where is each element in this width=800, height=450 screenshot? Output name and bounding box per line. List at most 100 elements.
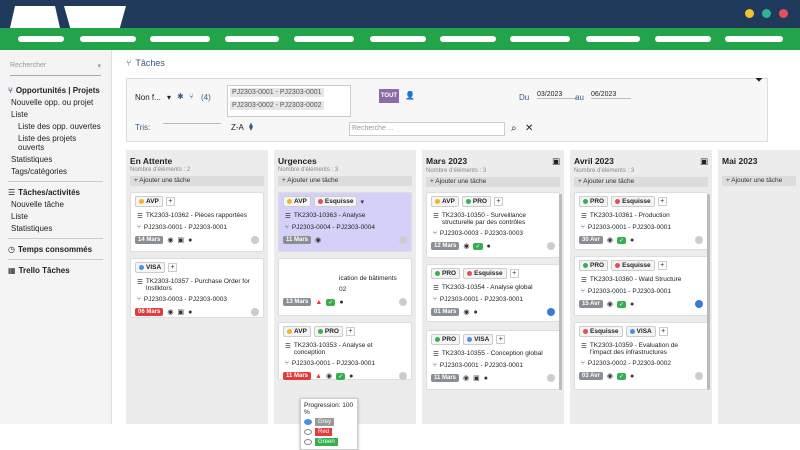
- due-date-badge[interactable]: 11 Mars: [283, 236, 312, 244]
- avatar[interactable]: [695, 300, 703, 308]
- tag-badge[interactable]: Esquisse: [463, 268, 507, 279]
- task-card[interactable]: ication de bâtiments 02 13 Mars ▲ ✓ ●: [278, 258, 412, 316]
- sidebar-item[interactable]: Statistiques: [8, 224, 103, 233]
- tag-badge[interactable]: VISA: [463, 334, 494, 345]
- sort-select[interactable]: [163, 123, 221, 124]
- add-task-button[interactable]: + Ajouter une tâche: [722, 176, 796, 186]
- due-date-badge[interactable]: 03 Avr: [579, 372, 603, 380]
- add-tag-button[interactable]: +: [496, 335, 506, 344]
- due-date-badge[interactable]: 11 Mars: [283, 372, 312, 380]
- sidebar-head-temps[interactable]: ◷ Temps consommés: [8, 245, 103, 254]
- avatar[interactable]: [547, 308, 555, 316]
- column-scrollbar[interactable]: [707, 194, 710, 390]
- add-tag-button[interactable]: +: [168, 263, 178, 272]
- sidebar-item[interactable]: Liste: [8, 212, 103, 221]
- sidebar-item[interactable]: Nouvelle opp. ou projet: [8, 98, 103, 107]
- task-card[interactable]: PRO VISA + ☰ TK2303-10355 - Conception glob…: [426, 330, 560, 390]
- add-tag-button[interactable]: +: [658, 327, 668, 336]
- task-card-selected[interactable]: AVP Esquisse ▾ ☰ TK2303-10363 - Analyse ⑂ PJ…: [278, 192, 412, 252]
- status-filter[interactable]: Non f...: [135, 93, 161, 102]
- comment-icon[interactable]: ●: [473, 309, 477, 316]
- sidebar-item[interactable]: Statistiques: [8, 155, 103, 164]
- eye-icon[interactable]: ◉: [463, 308, 469, 316]
- task-card[interactable]: AVP + ☰ TK2303-10362 - Pièces rapportées ⑂…: [130, 192, 264, 252]
- add-task-button[interactable]: + Ajouter une tâche: [278, 176, 412, 186]
- radio-button[interactable]: [304, 439, 312, 445]
- comment-icon[interactable]: ●: [630, 301, 634, 308]
- nav-item-11[interactable]: [725, 36, 783, 42]
- tag-badge[interactable]: PRO: [431, 268, 461, 279]
- eye-icon[interactable]: ◉: [167, 308, 173, 316]
- tag-badge[interactable]: Esquisse: [579, 326, 623, 337]
- search-icon[interactable]: ⌕: [511, 123, 517, 134]
- column-scrollbar[interactable]: [559, 194, 562, 390]
- eye-icon[interactable]: ◉: [167, 236, 173, 244]
- comment-icon[interactable]: ●: [188, 237, 192, 244]
- avatar[interactable]: [547, 242, 555, 250]
- sidebar-item[interactable]: Liste des projets ouverts: [8, 134, 103, 152]
- avatar[interactable]: [695, 372, 703, 380]
- radio-button[interactable]: [304, 419, 312, 425]
- sidebar-head-projets[interactable]: ⑂ Opportunités | Projets: [8, 86, 103, 95]
- add-task-button[interactable]: + Ajouter une tâche: [574, 177, 708, 187]
- task-card[interactable]: PRO Esquisse + ☰ TK2303-10354 - Analyse glo…: [426, 264, 560, 322]
- task-card[interactable]: PRO Esquisse + ☰ TK2303-10360 - Wald Struct…: [574, 256, 708, 316]
- avatar[interactable]: [251, 308, 259, 316]
- tag-badge[interactable]: AVP: [431, 196, 459, 207]
- close-icon[interactable]: ✕: [525, 123, 533, 134]
- due-date-badge[interactable]: 11 Mars: [431, 374, 460, 382]
- checklist-icon[interactable]: ✓: [473, 242, 483, 250]
- browser-tab-2[interactable]: [64, 6, 126, 28]
- add-tag-button[interactable]: +: [493, 197, 503, 206]
- sidebar-item[interactable]: Nouvelle tâche: [8, 200, 103, 209]
- task-card[interactable]: Esquisse VISA + ☰ TK2303-10359 - Evaluation…: [574, 322, 708, 390]
- comment-icon[interactable]: ●: [484, 375, 488, 382]
- nav-item-9[interactable]: [586, 36, 640, 42]
- eye-icon[interactable]: ◉: [607, 300, 613, 308]
- checklist-icon[interactable]: ✓: [336, 372, 346, 380]
- tag-badge[interactable]: PRO: [461, 196, 491, 207]
- calendar-icon[interactable]: ▣: [177, 236, 184, 244]
- project-chip[interactable]: PJ2303-0002 - PJ2303-0002: [230, 101, 324, 110]
- tout-button[interactable]: TOUT: [379, 89, 399, 103]
- tag-icon[interactable]: ⧫: [249, 122, 253, 131]
- comment-icon[interactable]: ●: [339, 299, 343, 306]
- add-tag-button[interactable]: +: [657, 261, 667, 270]
- avatar[interactable]: [399, 372, 407, 380]
- gear-icon[interactable]: ✱: [177, 92, 184, 101]
- maximize-dot[interactable]: [762, 9, 771, 18]
- avatar[interactable]: [547, 374, 555, 382]
- option-red[interactable]: Red: [304, 428, 354, 436]
- sidebar-head-trello[interactable]: ▦ Trello Tâches: [8, 266, 103, 275]
- calendar-icon[interactable]: ▣: [700, 156, 708, 167]
- tag-badge[interactable]: Esquisse: [313, 196, 358, 207]
- due-date-badge[interactable]: 13 Mars: [283, 298, 312, 306]
- comment-icon[interactable]: ●: [487, 243, 491, 250]
- project-select[interactable]: PJ2303-0001 - PJ2303-0001 PJ2303-0002 - …: [227, 85, 351, 117]
- calendar-icon[interactable]: ▣: [473, 374, 480, 382]
- filter-icon[interactable]: ▾: [360, 198, 364, 206]
- add-tag-button[interactable]: +: [345, 327, 355, 336]
- comment-icon[interactable]: ●: [349, 373, 353, 380]
- sidebar-item[interactable]: Liste: [8, 110, 103, 119]
- tag-badge[interactable]: PRO: [431, 334, 461, 345]
- task-card[interactable]: PRO Esquisse + ☰ TK2303-10361 - Production …: [574, 192, 708, 250]
- project-chip[interactable]: PJ2303-0001 - PJ2303-0001: [230, 88, 324, 97]
- tag-badge[interactable]: AVP: [283, 196, 311, 207]
- due-date-badge[interactable]: 14 Mars: [135, 236, 164, 244]
- sidebar-search[interactable]: Rechercher ▾: [10, 62, 101, 76]
- eye-icon[interactable]: ◉: [607, 372, 613, 380]
- tag-badge[interactable]: VISA: [135, 262, 166, 273]
- nav-item-2[interactable]: [80, 36, 136, 42]
- checklist-icon[interactable]: ✓: [326, 298, 336, 306]
- add-tag-button[interactable]: +: [509, 269, 519, 278]
- comment-icon[interactable]: ●: [188, 309, 192, 316]
- checklist-icon[interactable]: ✓: [617, 236, 627, 244]
- tag-badge[interactable]: AVP: [283, 326, 311, 337]
- tag-badge[interactable]: PRO: [579, 196, 609, 207]
- calendar-icon[interactable]: ▣: [177, 308, 184, 316]
- add-task-button[interactable]: + Ajouter une tâche: [130, 176, 264, 186]
- add-tag-button[interactable]: +: [165, 197, 175, 206]
- calendar-icon[interactable]: ▣: [552, 156, 560, 167]
- eye-icon[interactable]: ◉: [326, 372, 332, 380]
